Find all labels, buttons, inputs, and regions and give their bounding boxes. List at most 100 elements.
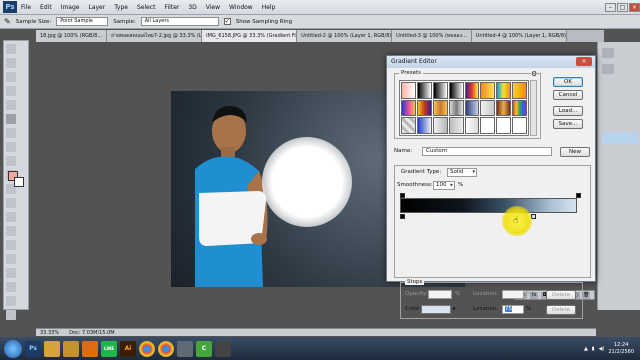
blur-tool-icon[interactable] — [6, 212, 16, 222]
network-icon[interactable]: ▮ — [592, 346, 595, 352]
preset-swatch[interactable] — [480, 117, 496, 134]
menu-help[interactable]: Help — [262, 4, 276, 11]
healing-tool-icon[interactable] — [6, 128, 16, 138]
taskbar-app-illustrator[interactable]: Ai — [120, 340, 136, 357]
preset-swatch[interactable] — [416, 99, 432, 117]
taskbar-app-folder[interactable] — [63, 340, 79, 357]
clock[interactable]: 12:24 21/2/2560 — [608, 342, 634, 356]
preset-swatch[interactable] — [448, 99, 464, 117]
taskbar-app-camtasia[interactable]: C — [196, 340, 212, 357]
tab-img-6158[interactable]: IMG_6158.JPG @ 33.3% (Gradient Fill 1, R… — [202, 30, 298, 42]
show-sampling-ring-checkbox[interactable]: ✓ — [223, 18, 231, 25]
taskbar-app-line[interactable]: LINE — [101, 340, 117, 357]
start-button[interactable] — [4, 339, 22, 358]
preset-swatch[interactable] — [464, 117, 480, 134]
taskbar-app-explorer[interactable] — [44, 340, 60, 357]
preset-swatch[interactable] — [416, 82, 432, 99]
background-color-swatch[interactable] — [14, 177, 24, 187]
preset-swatch[interactable] — [464, 82, 480, 99]
eyedropper-tool-icon[interactable] — [6, 114, 16, 124]
color-location-field[interactable]: 75 — [502, 305, 524, 314]
taskbar-app-dark[interactable] — [215, 340, 231, 357]
preset-swatch[interactable] — [464, 99, 480, 117]
preset-swatch[interactable] — [432, 99, 448, 117]
menu-type[interactable]: Type — [114, 4, 128, 11]
brush-tool-icon[interactable] — [6, 142, 16, 152]
gradient-tool-icon[interactable] — [6, 198, 16, 208]
ok-button[interactable]: OK — [553, 77, 583, 87]
tray-arrow-icon[interactable]: ▲ — [584, 346, 588, 352]
lasso-tool-icon[interactable] — [6, 72, 16, 82]
type-tool-icon[interactable] — [6, 254, 16, 264]
pen-tool-icon[interactable] — [6, 240, 16, 250]
color-stop-left[interactable] — [400, 214, 405, 219]
zoom-level[interactable]: 33.33% — [40, 330, 59, 336]
dialog-titlebar[interactable]: Gradient Editor × — [387, 56, 595, 68]
menu-layer[interactable]: Layer — [88, 4, 105, 11]
volume-icon[interactable]: ◀) — [599, 346, 605, 352]
preset-swatch[interactable] — [448, 82, 464, 99]
taskbar-app-media[interactable] — [82, 340, 98, 357]
preset-swatch[interactable] — [432, 82, 448, 99]
menu-edit[interactable]: Edit — [40, 4, 52, 11]
gradient-type-dropdown[interactable]: Solid ▾ — [447, 168, 477, 177]
hand-tool-icon[interactable] — [6, 296, 16, 306]
load-button[interactable]: Load... — [553, 106, 583, 116]
menu-file[interactable]: File — [21, 4, 31, 11]
presets-gear-icon[interactable]: ⚙ — [531, 70, 538, 78]
menu-select[interactable]: Select — [137, 4, 156, 11]
menu-window[interactable]: Window — [229, 4, 253, 11]
preset-swatch[interactable] — [496, 117, 512, 134]
tab-untitled-3[interactable]: Untitled-3 @ 100% (ทดลอง... — [392, 30, 472, 42]
preset-swatch[interactable] — [496, 82, 512, 99]
taskbar-app-chrome-2[interactable] — [158, 340, 174, 357]
name-field[interactable]: Custom — [422, 147, 552, 156]
preset-swatch[interactable] — [512, 82, 527, 99]
presets-scrollbar[interactable] — [530, 80, 537, 136]
preset-swatch[interactable] — [512, 99, 527, 117]
preset-swatch[interactable] — [512, 117, 527, 134]
preset-swatch[interactable] — [401, 117, 416, 134]
zoom-tool-icon[interactable] — [6, 310, 16, 320]
cancel-button[interactable]: Cancel — [553, 90, 583, 100]
move-tool-icon[interactable] — [6, 44, 16, 54]
close-button[interactable]: × — [629, 2, 640, 12]
save-button[interactable]: Save... — [553, 119, 583, 129]
tab-18[interactable]: 18.jpg @ 100% (RGB/8... — [36, 30, 108, 42]
crop-tool-icon[interactable] — [6, 100, 16, 110]
stamp-tool-icon[interactable] — [6, 156, 16, 166]
preset-swatch[interactable] — [416, 117, 432, 134]
panel-icon[interactable] — [602, 48, 614, 58]
preset-swatch[interactable] — [448, 117, 464, 134]
smoothness-dropdown-icon[interactable]: ▸ — [450, 182, 453, 189]
preset-swatch[interactable] — [401, 99, 416, 117]
path-select-tool-icon[interactable] — [6, 268, 16, 278]
layer-thumbnail[interactable] — [602, 132, 638, 144]
preset-swatch[interactable] — [480, 99, 496, 117]
panel-icon[interactable] — [602, 64, 614, 74]
taskbar-app-photoshop[interactable]: Ps — [25, 340, 41, 357]
color-picker-arrow-icon[interactable]: ▸ — [453, 305, 456, 312]
maximize-button[interactable]: □ — [617, 2, 628, 12]
sample-dropdown[interactable]: All Layers — [140, 17, 219, 26]
taskbar-app-generic[interactable] — [177, 340, 193, 357]
tab-untitled-2[interactable]: Untitled-2 @ 100% (Layer 1, RGB/8) — [297, 30, 393, 42]
eyedropper-tool-icon[interactable]: ✎ — [4, 17, 11, 26]
menu-filter[interactable]: Filter — [165, 4, 180, 11]
preset-swatch[interactable] — [496, 99, 512, 117]
preset-swatch[interactable] — [432, 117, 448, 134]
shape-tool-icon[interactable] — [6, 282, 16, 292]
taskbar-app-chrome[interactable] — [139, 340, 155, 357]
gradient-bar[interactable] — [400, 198, 577, 213]
marquee-tool-icon[interactable] — [6, 58, 16, 68]
tab-untitled-4[interactable]: Untitled-4 @ 100% (Layer 1, RGB/8) — [471, 30, 567, 42]
menu-3d[interactable]: 3D — [188, 4, 196, 11]
tab-thai-football[interactable]: ถ่ายทอดสดบอลไทย7-2.jpg @ 33.3% (Layer 0,… — [107, 30, 203, 42]
minimize-button[interactable]: – — [605, 2, 616, 12]
preset-swatch[interactable] — [480, 82, 496, 99]
menu-view[interactable]: View — [206, 4, 220, 11]
dodge-tool-icon[interactable] — [6, 226, 16, 236]
dialog-close-button[interactable]: × — [576, 57, 592, 66]
trash-icon[interactable]: 🗑 — [582, 292, 590, 299]
sample-size-dropdown[interactable]: Point Sample — [56, 17, 109, 26]
